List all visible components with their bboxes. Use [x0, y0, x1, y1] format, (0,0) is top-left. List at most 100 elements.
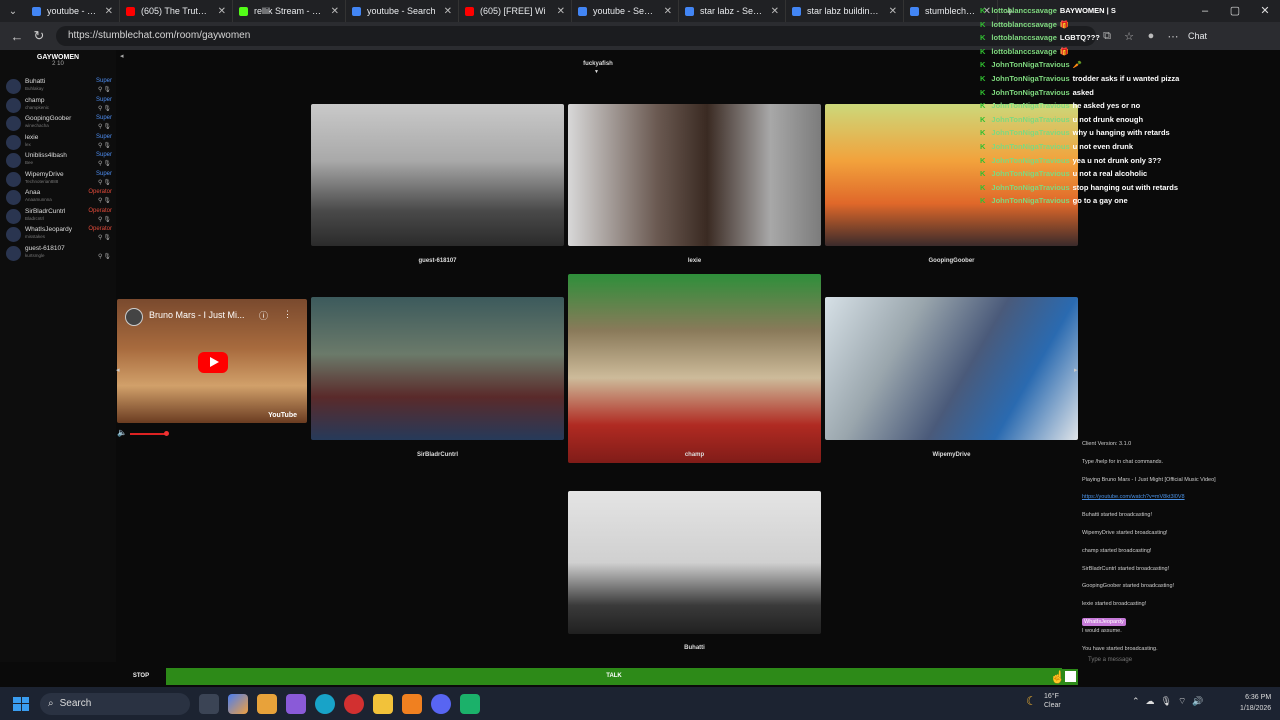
- log-message: I would assume.: [1082, 627, 1122, 634]
- scroll-left-icon[interactable]: ◂: [116, 366, 120, 374]
- tab-close-icon[interactable]: ✕: [771, 6, 779, 17]
- overlay-chat-message: Klottoblanccsavage LGBTQ???: [980, 31, 1100, 45]
- kick-badge-icon: K: [980, 101, 986, 111]
- message-input[interactable]: Type a message: [1082, 654, 1278, 666]
- tab-close-icon[interactable]: ✕: [664, 6, 672, 17]
- browser-tab[interactable]: youtube - Search ✕: [26, 0, 120, 22]
- user-list-item[interactable]: Anaa Anaamunnna Operator ⚲🎙: [0, 188, 116, 207]
- app-icon[interactable]: [286, 693, 306, 714]
- copilot-icon[interactable]: [228, 693, 248, 714]
- stop-button[interactable]: STOP: [116, 668, 166, 685]
- user-list-item[interactable]: WhatIsJeopardy misstakes Operator ⚲🎙: [0, 225, 116, 244]
- tab-favicon-icon: [685, 6, 694, 16]
- username-tag[interactable]: WhatIsJeopardy: [1082, 617, 1126, 626]
- start-button-icon[interactable]: [10, 694, 32, 714]
- tab-close-icon[interactable]: ✕: [331, 6, 339, 17]
- user-list-item[interactable]: guest-618107 kurtsmgle ⚲🎙: [0, 244, 116, 263]
- cam-label: SirBladrCuntrl: [416, 452, 458, 458]
- file-explorer-icon[interactable]: [373, 693, 393, 714]
- browser-tab[interactable]: star labz building - S ✕: [786, 0, 904, 22]
- store-icon[interactable]: [257, 693, 277, 714]
- more-vert-icon[interactable]: ⋮: [283, 309, 292, 320]
- tab-close-icon[interactable]: ✕: [218, 6, 226, 17]
- tab-favicon-icon: [32, 6, 41, 16]
- log-link[interactable]: https://youtube.com/watch?v=mV8kt3l0V8: [1082, 493, 1280, 511]
- user-role-badge: Operator: [88, 226, 112, 232]
- volume-slider-track[interactable]: [130, 433, 166, 435]
- kick-badge-icon: K: [980, 33, 986, 43]
- task-view-icon[interactable]: [199, 693, 219, 714]
- tab-close-icon[interactable]: ✕: [444, 6, 452, 17]
- caret-down-icon[interactable]: ▼: [594, 69, 599, 75]
- user-list-item[interactable]: WipemyDrive Technoterian888 Super ⚲🎙: [0, 170, 116, 189]
- kick-badge-icon: K: [980, 6, 986, 15]
- chat-message-text: 🎁: [1059, 19, 1070, 29]
- clock[interactable]: 6:36 PM 1/18/2026: [1240, 692, 1271, 714]
- top-user-label: fuckyafish: [583, 61, 613, 67]
- tab-list-chevron-icon[interactable]: ⌄: [0, 6, 26, 17]
- user-list-item[interactable]: Unibliss4lbash Bee Super ⚲🎙: [0, 151, 116, 170]
- chat-username: lottoblanccsavage: [991, 6, 1057, 15]
- cam-tile[interactable]: [825, 297, 1078, 440]
- discord-icon[interactable]: [431, 693, 451, 714]
- room-user-count: 2 10: [52, 61, 64, 67]
- info-icon[interactable]: ⓘ: [259, 309, 268, 322]
- cam-tile[interactable]: [311, 104, 564, 246]
- user-list-item[interactable]: lexie lex Super ⚲🎙: [0, 133, 116, 152]
- play-button-icon[interactable]: [198, 352, 228, 373]
- system-tray[interactable]: ⌃☁🎙⌔🔊: [1132, 696, 1210, 707]
- volume-slider-handle[interactable]: [164, 431, 169, 436]
- kick-badge-icon: K: [980, 128, 986, 138]
- user-list-item[interactable]: Buhatti Buhlakay Super ⚲🎙: [0, 77, 116, 96]
- recorder-icon[interactable]: [344, 693, 364, 714]
- tab-title: (605) The Truth Abo: [141, 6, 212, 16]
- youtube-player[interactable]: Bruno Mars - I Just Mi... ⓘ ⋮ YouTube: [117, 299, 307, 423]
- user-name: guest-618107: [25, 244, 65, 252]
- address-bar[interactable]: https://stumblechat.com/room/gaywomen: [56, 26, 1096, 46]
- browser-tab[interactable]: youtube - Search ✕: [572, 0, 679, 22]
- cam-tile[interactable]: [311, 297, 564, 440]
- tab-close-icon[interactable]: ✕: [557, 6, 565, 17]
- weather-widget[interactable]: 16°F Clear: [1044, 692, 1061, 710]
- scroll-right-icon[interactable]: ▸: [1074, 366, 1078, 374]
- cam-label: guest-618107: [418, 258, 457, 264]
- user-list-item[interactable]: GoopingGoober winechacha Super ⚲🎙: [0, 114, 116, 133]
- browser-tab[interactable]: youtube - Search ✕: [346, 0, 459, 22]
- edge-icon[interactable]: [315, 693, 335, 714]
- user-list-item[interactable]: SirBladrCuntrl Bladrcntrl Operator ⚲🎙: [0, 207, 116, 226]
- chat-username: JohnTonNigaTravious: [991, 196, 1070, 206]
- back-icon[interactable]: ←: [6, 29, 28, 44]
- cam-label: champ: [684, 452, 705, 458]
- vlc-icon[interactable]: [402, 693, 422, 714]
- cam-tile[interactable]: [568, 491, 821, 634]
- volume-icon[interactable]: 🔈: [117, 428, 127, 437]
- collapse-arrow-icon[interactable]: ◂: [120, 52, 124, 60]
- volume-control[interactable]: 🔈: [117, 428, 177, 440]
- terminal-icon[interactable]: [460, 693, 480, 714]
- user-list-panel: GAYWOMEN 2 10 Buhatti Buhlakay Super ⚲🎙 cham…: [0, 50, 116, 662]
- chat-username: JohnTonNigaTravious: [991, 128, 1070, 138]
- taskbar-search[interactable]: ⌕ Search: [40, 692, 190, 715]
- browser-tab[interactable]: (605) [FREE] Wi ✕: [459, 0, 572, 22]
- log-message: Type /help for in chat commands.: [1082, 458, 1164, 465]
- tab-favicon-icon: [239, 6, 248, 16]
- cam-tile[interactable]: [568, 274, 821, 463]
- kick-badge-icon: K: [980, 60, 986, 70]
- chat-username: JohnTonNigaTravious: [991, 182, 1070, 192]
- room-title: GAYWOMEN: [36, 54, 80, 61]
- cam-tile[interactable]: [568, 104, 821, 246]
- browser-tab[interactable]: (605) The Truth Abo ✕: [120, 0, 233, 22]
- chat-message-text: trodder asks if u wanted pizza: [1072, 74, 1180, 83]
- tab-close-icon[interactable]: ✕: [105, 6, 113, 17]
- reload-icon[interactable]: ↻: [28, 28, 50, 44]
- browser-tab[interactable]: rellik Stream - Watch ✕: [233, 0, 346, 22]
- chat-username: JohnTonNigaTravious: [991, 155, 1070, 165]
- tab-close-icon[interactable]: ✕: [889, 6, 897, 17]
- browser-tab[interactable]: star labz - Search ✕: [679, 0, 786, 22]
- log-message: Buhatti started broadcasting!: [1082, 512, 1153, 519]
- kick-badge-icon: K: [980, 196, 986, 206]
- weather-desc: Clear: [1044, 702, 1061, 709]
- talk-button[interactable]: TALK: [166, 668, 1062, 685]
- user-role-badge: Operator: [88, 189, 112, 195]
- user-list-item[interactable]: champ champkenic Super ⚲🎙: [0, 96, 116, 115]
